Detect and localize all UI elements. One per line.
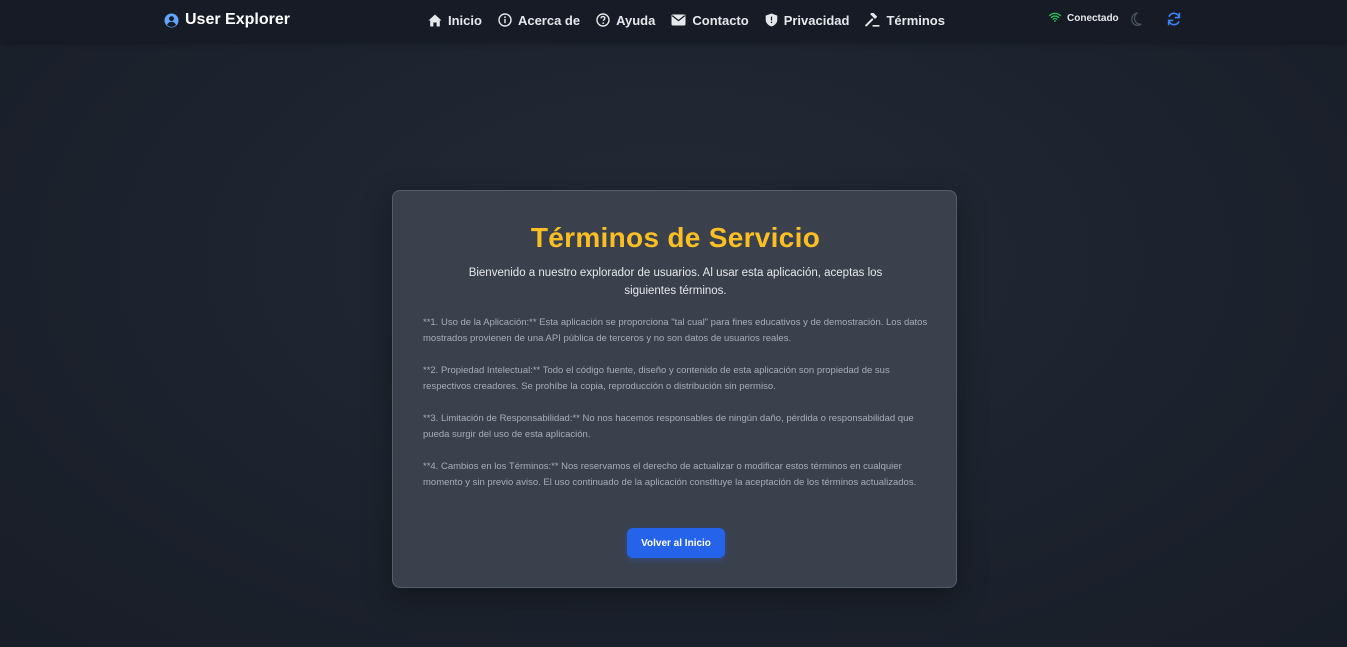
refresh-button[interactable]	[1166, 11, 1182, 32]
back-home-button[interactable]: Volver al Inicio	[627, 528, 725, 558]
status-label: Conectado	[1067, 13, 1119, 24]
nav-label-contacto: Contacto	[692, 12, 749, 28]
navbar: User Explorer Inicio Acerca de Ayuda Con…	[0, 0, 1347, 42]
nav-item-terminos[interactable]: Términos	[865, 13, 945, 28]
nav-item-acerca[interactable]: Acerca de	[498, 13, 580, 28]
nav-item-ayuda[interactable]: Ayuda	[596, 13, 655, 28]
terms-card: Términos de Servicio Bienvenido a nuestr…	[392, 190, 957, 588]
connection-status: Conectado	[1048, 12, 1119, 25]
page-title: Términos de Servicio	[530, 222, 821, 253]
nav-label-privacidad: Privacidad	[783, 12, 850, 28]
term-paragraph-4: **4. Cambios en los Términos:** Nos rese…	[423, 461, 917, 488]
nav-label-terminos: Términos	[886, 12, 945, 28]
moon-icon	[1129, 12, 1145, 31]
nav-links: Inicio Acerca de Ayuda Contacto Privacid…	[428, 11, 945, 29]
brand-link[interactable]: User Explorer	[164, 10, 290, 30]
nav-label-ayuda: Ayuda	[616, 12, 656, 28]
theme-toggle-button[interactable]	[1129, 11, 1145, 32]
terms-list: **1. Uso de la Aplicación:** Esta aplica…	[423, 315, 928, 507]
mail-icon	[671, 14, 686, 26]
wifi-icon	[1048, 12, 1062, 25]
term-paragraph-2: **2. Propiedad Intelectual:** Todo el có…	[423, 365, 890, 392]
info-icon	[498, 13, 512, 27]
nav-item-contacto[interactable]: Contacto	[671, 12, 749, 28]
nav-label-acerca: Acerca de	[517, 12, 581, 28]
term-paragraph-3: **3. Limitación de Responsabilidad:** No…	[423, 413, 914, 440]
intro-text: Bienvenido a nuestro explorador de usuar…	[468, 267, 883, 297]
gavel-icon	[865, 13, 880, 27]
refresh-icon	[1166, 12, 1182, 31]
nav-item-privacidad[interactable]: Privacidad	[765, 12, 850, 28]
home-icon	[428, 14, 442, 27]
help-icon	[596, 13, 610, 27]
nav-label-inicio: Inicio	[448, 12, 482, 28]
nav-item-inicio[interactable]: Inicio	[428, 13, 482, 28]
term-paragraph-1: **1. Uso de la Aplicación:** Esta aplica…	[423, 317, 928, 344]
shield-icon	[765, 13, 778, 27]
user-circle-icon	[164, 12, 179, 28]
brand-title: User Explorer	[185, 11, 290, 28]
